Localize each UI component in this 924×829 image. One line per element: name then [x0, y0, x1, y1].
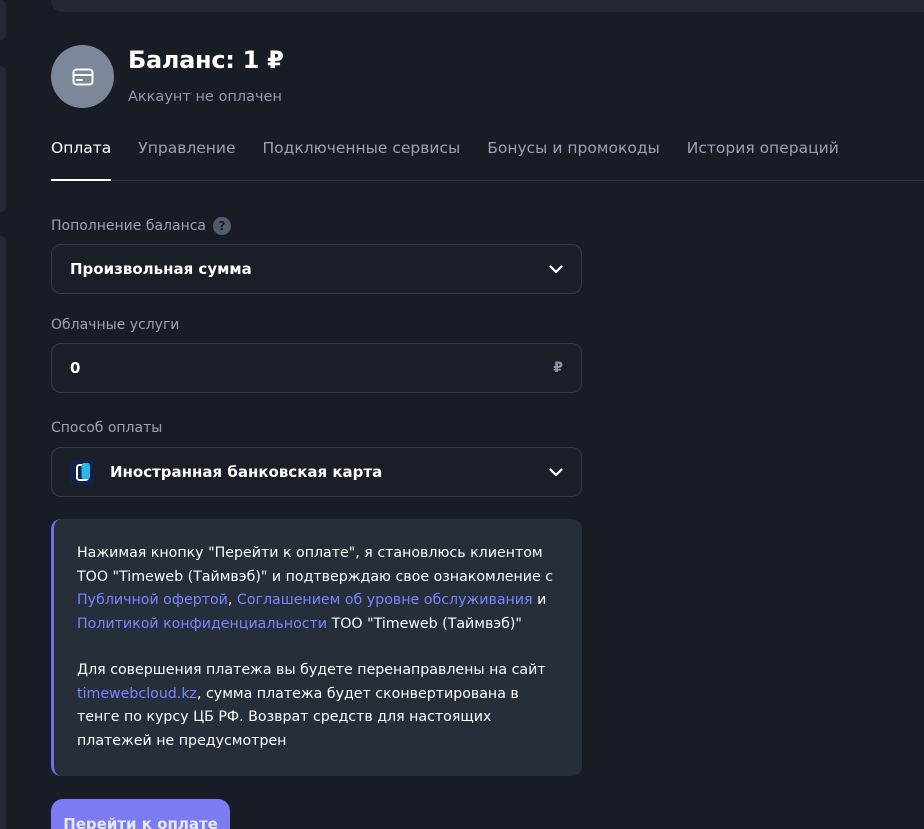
- proceed-to-payment-button[interactable]: Перейти к оплате: [51, 799, 230, 829]
- left-panel-edge-1: [0, 0, 6, 40]
- help-icon[interactable]: ?: [213, 217, 232, 235]
- card-icon: [72, 68, 93, 85]
- top-panel: [51, 0, 924, 12]
- left-panel-edge-2: [0, 66, 6, 212]
- payment-method-value: Иностранная банковская карта: [110, 463, 383, 481]
- notice-paragraph-redirect: Для совершения платежа вы будете перенап…: [77, 659, 558, 753]
- account-status: Аккаунт не оплачен: [128, 89, 282, 105]
- notice-redirect-text: Для совершения платежа вы будете перенап…: [77, 662, 546, 678]
- public-offer-link[interactable]: Публичной офертой: [77, 592, 228, 608]
- tab-connected-services[interactable]: Подключенные сервисы: [263, 136, 461, 181]
- left-panel-edge-3: [0, 236, 6, 829]
- topup-selected-value: Произвольная сумма: [70, 260, 252, 278]
- balance-title: Баланс: 1 ₽: [128, 46, 284, 74]
- currency-sign: ₽: [553, 360, 563, 376]
- method-label-row: Способ оплаты: [51, 420, 162, 436]
- cloud-amount-field[interactable]: ₽: [51, 343, 582, 393]
- payment-method-select[interactable]: Иностранная банковская карта: [51, 447, 582, 497]
- notice-and: и: [537, 592, 547, 608]
- chevron-down-icon: [549, 465, 563, 479]
- method-label: Способ оплаты: [51, 420, 163, 436]
- privacy-policy-link[interactable]: Политикой конфиденциальности: [77, 616, 327, 632]
- topup-label: Пополнение баланса: [51, 218, 207, 234]
- balance-avatar: [51, 45, 114, 108]
- tab-payment[interactable]: Оплата: [51, 136, 112, 181]
- tab-bar: Оплата Управление Подключенные сервисы Б…: [51, 136, 924, 181]
- bank-card-icon: [70, 459, 95, 485]
- cloud-label: Облачные услуги: [51, 317, 180, 333]
- cloud-amount-input[interactable]: [70, 359, 554, 377]
- cloud-label-row: Облачные услуги: [51, 317, 179, 333]
- notice-terms-text: Нажимая кнопку "Перейти к оплате", я ста…: [77, 545, 554, 585]
- notice-paragraph-terms: Нажимая кнопку "Перейти к оплате", я ста…: [77, 542, 558, 636]
- notice-company: ТОО "Timeweb (Таймвэб)": [331, 615, 522, 632]
- tab-management[interactable]: Управление: [138, 136, 235, 181]
- sla-link[interactable]: Соглашением об уровне обслуживания: [237, 592, 533, 608]
- site-link[interactable]: timewebcloud.kz: [77, 686, 197, 702]
- payment-notice: Нажимая кнопку "Перейти к оплате", я ста…: [51, 519, 582, 776]
- chevron-down-icon: [549, 262, 563, 276]
- tab-bonuses[interactable]: Бонусы и промокоды: [487, 136, 660, 181]
- topup-label-row: Пополнение баланса ?: [51, 217, 232, 235]
- tab-history[interactable]: История операций: [687, 136, 839, 181]
- notice-comma: ,: [227, 592, 233, 608]
- topup-select[interactable]: Произвольная сумма: [51, 244, 582, 294]
